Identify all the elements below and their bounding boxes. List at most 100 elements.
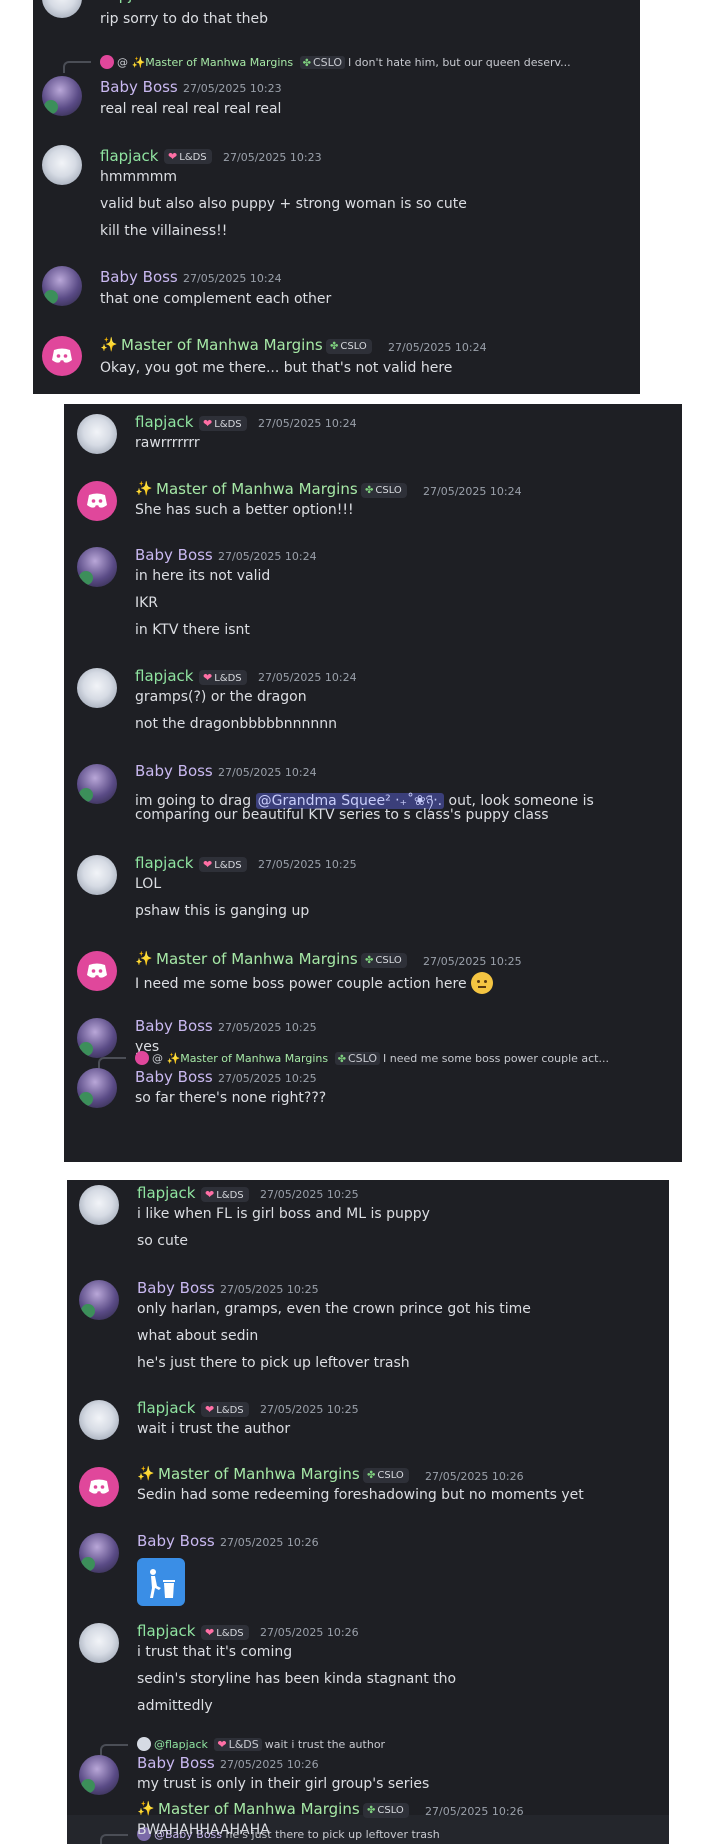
timestamp: 27/05/2025 10:26 xyxy=(425,1805,524,1818)
chat-panel-1: flapjack rip sorry to do that theb @ ✨Ma… xyxy=(33,0,640,394)
sparkle-icon: ✨ xyxy=(135,951,153,967)
username[interactable]: flapjack xyxy=(135,854,193,872)
timestamp: 27/05/2025 10:25 xyxy=(218,1021,317,1034)
avatar[interactable] xyxy=(42,145,82,185)
timestamp: 27/05/2025 10:25 xyxy=(258,858,357,871)
avatar[interactable] xyxy=(79,1185,119,1225)
avatar[interactable] xyxy=(79,1533,119,1573)
avatar[interactable] xyxy=(77,414,117,454)
username[interactable]: flapjack xyxy=(135,413,193,431)
message-text: i like when FL is girl boss and ML is pu… xyxy=(137,1206,430,1222)
timestamp: 27/05/2025 10:26 xyxy=(220,1536,319,1549)
trash-sticker[interactable] xyxy=(137,1558,185,1606)
username[interactable]: Baby Boss xyxy=(137,1754,215,1772)
avatar[interactable] xyxy=(77,1068,117,1108)
username[interactable]: Baby Boss xyxy=(135,1068,213,1086)
heart-icon: ❤ xyxy=(205,1188,215,1201)
reply-preview[interactable]: @ ✨Master of Manhwa Margins ✤ CSLO I need … xyxy=(135,1051,609,1067)
avatar[interactable] xyxy=(79,1623,119,1663)
role-tag: ❤ L&DS xyxy=(199,670,247,685)
timestamp: 27/05/2025 10:25 xyxy=(220,1283,319,1296)
discord-logo-icon xyxy=(87,963,107,978)
clover-icon: ✤ xyxy=(365,485,374,496)
username[interactable]: Master of Manhwa Margins xyxy=(158,1465,360,1483)
avatar[interactable] xyxy=(77,855,117,895)
timestamp: 27/05/2025 10:24 xyxy=(388,341,487,354)
sparkle-icon: ✨ xyxy=(100,337,118,353)
message-text: BWAHAHHAAHAHA xyxy=(137,1822,270,1838)
username[interactable]: Master of Manhwa Margins xyxy=(156,480,358,498)
discord-logo-icon xyxy=(89,1479,109,1494)
message-text: LOL xyxy=(135,876,162,892)
message-text: Sedin had some redeeming foreshadowing b… xyxy=(137,1487,584,1503)
message-text: rip sorry to do that theb xyxy=(100,11,268,27)
avatar[interactable] xyxy=(77,764,117,804)
role-tag: ✤ CSLO xyxy=(363,1468,409,1483)
message-text: Okay, you got me there... but that's not… xyxy=(100,360,453,376)
message-text: She has such a better option!!! xyxy=(135,502,354,518)
clover-icon: ✤ xyxy=(337,1054,346,1065)
role-tag: ✤ CSLO xyxy=(361,953,407,968)
message-text: wait i trust the author xyxy=(137,1421,291,1437)
username[interactable]: flapjack xyxy=(135,667,193,685)
avatar[interactable] xyxy=(79,1280,119,1320)
avatar[interactable] xyxy=(77,547,117,587)
avatar[interactable] xyxy=(42,76,82,116)
message-text: my trust is only in their girl group's s… xyxy=(137,1776,430,1792)
heart-icon: ❤ xyxy=(203,671,213,684)
username[interactable]: Baby Boss xyxy=(135,762,213,780)
heart-icon: ❤ xyxy=(203,858,213,871)
avatar[interactable] xyxy=(42,0,82,18)
avatar[interactable] xyxy=(79,1400,119,1440)
timestamp: 27/05/2025 10:26 xyxy=(220,1758,319,1771)
message-text: rawrrrrrrr xyxy=(135,435,200,451)
avatar[interactable] xyxy=(79,1467,119,1507)
chat-panel-2: flapjack ❤ L&DS 27/05/2025 10:24 rawrrrrr… xyxy=(64,404,682,1162)
username[interactable]: Baby Boss xyxy=(137,1279,215,1297)
username[interactable]: Baby Boss xyxy=(135,1017,213,1035)
discord-logo-icon xyxy=(87,493,107,508)
username[interactable]: Baby Boss xyxy=(135,546,213,564)
avatar[interactable] xyxy=(42,336,82,376)
username[interactable]: Baby Boss xyxy=(100,268,178,286)
avatar[interactable] xyxy=(77,668,117,708)
heart-icon: ❤ xyxy=(168,150,178,163)
avatar[interactable] xyxy=(79,1755,119,1795)
sparkle-icon: ✨ xyxy=(137,1801,155,1817)
timestamp: 27/05/2025 10:25 xyxy=(423,955,522,968)
clover-icon: ✤ xyxy=(330,341,339,352)
username[interactable]: Master of Manhwa Margins xyxy=(158,1800,360,1818)
timestamp: 27/05/2025 10:25 xyxy=(218,1072,317,1085)
username[interactable]: flapjack xyxy=(137,1399,195,1417)
username[interactable]: Master of Manhwa Margins xyxy=(156,950,358,968)
avatar-mini xyxy=(137,1737,151,1751)
username[interactable]: Baby Boss xyxy=(100,78,178,96)
username[interactable]: flapjack xyxy=(137,1622,195,1640)
timestamp: 27/05/2025 10:23 xyxy=(183,82,282,95)
heart-icon: ❤ xyxy=(205,1403,215,1416)
reply-preview[interactable]: @flapjack ❤ L&DS wait i trust the author xyxy=(137,1737,385,1753)
timestamp: 27/05/2025 10:24 xyxy=(218,766,317,779)
avatar[interactable] xyxy=(42,266,82,306)
username[interactable]: flapjack xyxy=(100,0,158,4)
username[interactable]: flapjack xyxy=(137,1184,195,1202)
message-text: in KTV there isnt xyxy=(135,622,250,638)
sparkle-icon: ✨ xyxy=(131,56,146,69)
username[interactable]: Baby Boss xyxy=(137,1532,215,1550)
clover-icon: ✤ xyxy=(367,1470,376,1481)
message-text: I need me some boss power couple action … xyxy=(135,972,493,994)
discord-icon xyxy=(100,55,114,69)
avatar[interactable] xyxy=(77,951,117,991)
reply-preview[interactable]: @ ✨Master of Manhwa Margins ✤ CSLO I don't… xyxy=(100,55,571,71)
sparkle-icon: ✨ xyxy=(137,1466,155,1482)
avatar[interactable] xyxy=(77,1018,117,1058)
message-text: gramps(?) or the dragon xyxy=(135,689,307,705)
timestamp: 27/05/2025 10:25 xyxy=(260,1403,359,1416)
avatar[interactable] xyxy=(77,481,117,521)
message-text: i trust that it's coming xyxy=(137,1644,293,1660)
role-tag: ✤ CSLO xyxy=(361,483,407,498)
role-tag: ❤ L&DS xyxy=(199,416,247,431)
reply-connector xyxy=(63,61,91,73)
username[interactable]: flapjack xyxy=(100,147,158,165)
username[interactable]: Master of Manhwa Margins xyxy=(121,336,323,354)
